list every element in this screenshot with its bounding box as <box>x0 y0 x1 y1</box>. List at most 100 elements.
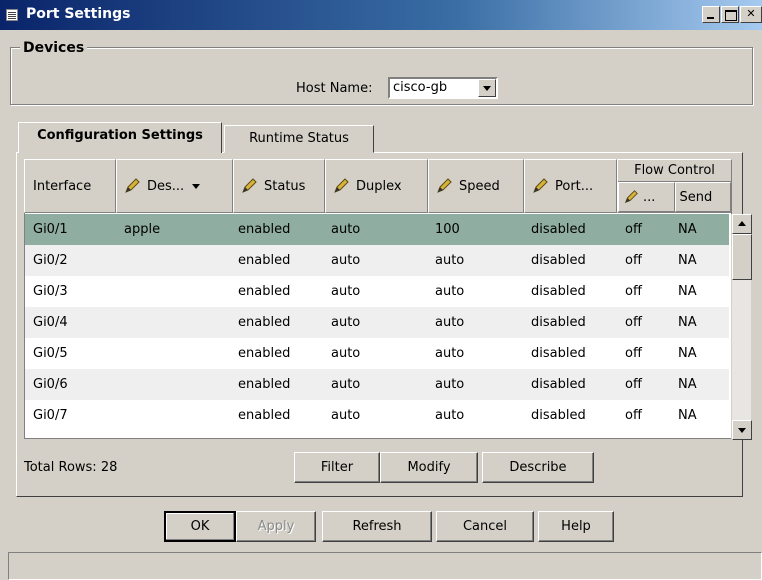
window-title: Port Settings <box>26 6 131 22</box>
col-flow-send[interactable]: Send <box>674 182 731 212</box>
table-cell: enabled <box>238 253 291 268</box>
table-cell: enabled <box>238 377 291 392</box>
table-row[interactable]: Gi0/6 enabled auto auto disabled off NA <box>25 369 729 400</box>
chevron-down-icon[interactable] <box>478 79 496 97</box>
col-description[interactable]: Des... <box>116 159 233 213</box>
table-row[interactable]: Gi0/1 apple enabled auto 100 disabled off NA <box>25 214 729 245</box>
table-cell: NA <box>678 377 697 392</box>
pencil-icon <box>125 178 140 193</box>
table-cell: Gi0/4 <box>33 315 68 330</box>
table-cell: NA <box>678 315 697 330</box>
title-bar: Port Settings ✕ <box>0 0 762 30</box>
table-cell: off <box>625 377 642 392</box>
table-cell: apple <box>124 222 161 237</box>
help-button[interactable]: Help <box>538 511 614 542</box>
col-flow-send-label: Send <box>679 189 713 205</box>
table-cell: Gi0/5 <box>33 346 68 361</box>
table-cell: off <box>625 222 642 237</box>
close-button[interactable]: ✕ <box>740 6 762 23</box>
table-cell: enabled <box>238 315 291 330</box>
pencil-icon <box>437 178 452 193</box>
table-cell: auto <box>435 377 465 392</box>
tab-configuration-settings[interactable]: Configuration Settings <box>18 122 222 153</box>
table-cell: auto <box>331 284 361 299</box>
table-row[interactable]: Gi0/4 enabled auto auto disabled off NA <box>25 307 729 338</box>
host-name-label: Host Name: <box>296 81 373 96</box>
col-flow-control: Flow Control ... Send <box>617 159 732 213</box>
pencil-icon <box>533 178 548 193</box>
scroll-up-icon[interactable] <box>732 214 752 234</box>
table-cell: enabled <box>238 222 291 237</box>
table-row[interactable]: Gi0/5 enabled auto auto disabled off NA <box>25 338 729 369</box>
table-cell: NA <box>678 408 697 423</box>
table-row[interactable]: Gi0/7 enabled auto auto disabled off NA <box>25 400 729 431</box>
scroll-thumb[interactable] <box>732 234 752 280</box>
vertical-scrollbar[interactable] <box>731 214 752 440</box>
table-cell: Gi0/2 <box>33 253 68 268</box>
status-bar <box>8 552 762 580</box>
col-port[interactable]: Port... <box>524 159 617 213</box>
table-cell: enabled <box>238 284 291 299</box>
host-name-value: cisco-gb <box>393 80 448 95</box>
table-cell: auto <box>331 346 361 361</box>
table-cell: off <box>625 284 642 299</box>
describe-button[interactable]: Describe <box>482 452 594 483</box>
col-flow-receive[interactable]: ... <box>618 182 675 212</box>
table-row[interactable]: Gi0/3 enabled auto auto disabled off NA <box>25 276 729 307</box>
table-cell: disabled <box>531 284 586 299</box>
table-cell: disabled <box>531 377 586 392</box>
table-cell: off <box>625 346 642 361</box>
table-cell: Gi0/6 <box>33 377 68 392</box>
table-cell: auto <box>435 315 465 330</box>
table-cell: auto <box>331 377 361 392</box>
minimize-button[interactable] <box>702 6 720 23</box>
table-cell: auto <box>435 408 465 423</box>
col-flow-receive-label: ... <box>643 189 656 205</box>
maximize-button[interactable] <box>721 6 739 23</box>
col-status[interactable]: Status <box>233 159 325 213</box>
table-cell: auto <box>435 284 465 299</box>
col-port-label: Port... <box>555 178 594 194</box>
refresh-button[interactable]: Refresh <box>322 511 432 542</box>
table-cell: off <box>625 253 642 268</box>
table-cell: auto <box>331 253 361 268</box>
col-speed-label: Speed <box>459 178 500 194</box>
table-cell: Gi0/3 <box>33 284 68 299</box>
pencil-icon <box>334 178 349 193</box>
cancel-button[interactable]: Cancel <box>436 511 534 542</box>
host-name-select[interactable]: cisco-gb <box>388 77 498 99</box>
apply-button: Apply <box>236 511 316 542</box>
scroll-down-icon[interactable] <box>732 420 752 440</box>
table-cell: off <box>625 408 642 423</box>
sort-down-icon <box>192 183 201 189</box>
modify-button[interactable]: Modify <box>380 452 478 483</box>
pencil-icon <box>624 190 638 204</box>
total-rows: Total Rows: 28 <box>24 460 118 475</box>
table-cell: 100 <box>435 222 460 237</box>
port-settings-window: Port Settings ✕ Devices Host Name: cisco… <box>0 0 762 580</box>
col-interface[interactable]: Interface <box>24 159 116 213</box>
table-cell: disabled <box>531 315 586 330</box>
table-row[interactable]: Gi0/2 enabled auto auto disabled off NA <box>25 245 729 276</box>
devices-legend: Devices <box>20 40 88 56</box>
table-cell: disabled <box>531 408 586 423</box>
table-cell: NA <box>678 253 697 268</box>
table-header: Interface Des... Status Duplex Speed Por… <box>24 159 732 213</box>
table-cell: NA <box>678 222 697 237</box>
table-cell: auto <box>331 315 361 330</box>
table-cell: Gi0/1 <box>33 222 68 237</box>
devices-group <box>10 47 753 105</box>
table-cell: NA <box>678 346 697 361</box>
table-cell: disabled <box>531 253 586 268</box>
pencil-icon <box>242 178 257 193</box>
col-interface-label: Interface <box>33 178 92 194</box>
window-icon <box>6 9 18 21</box>
table-cell: auto <box>435 346 465 361</box>
filter-button[interactable]: Filter <box>294 452 380 483</box>
col-description-label: Des... <box>147 178 185 194</box>
ok-button[interactable]: OK <box>164 511 236 542</box>
col-speed[interactable]: Speed <box>428 159 524 213</box>
col-flow-control-label: Flow Control <box>618 160 731 182</box>
col-duplex[interactable]: Duplex <box>325 159 428 213</box>
tab-runtime-status[interactable]: Runtime Status <box>224 125 374 153</box>
